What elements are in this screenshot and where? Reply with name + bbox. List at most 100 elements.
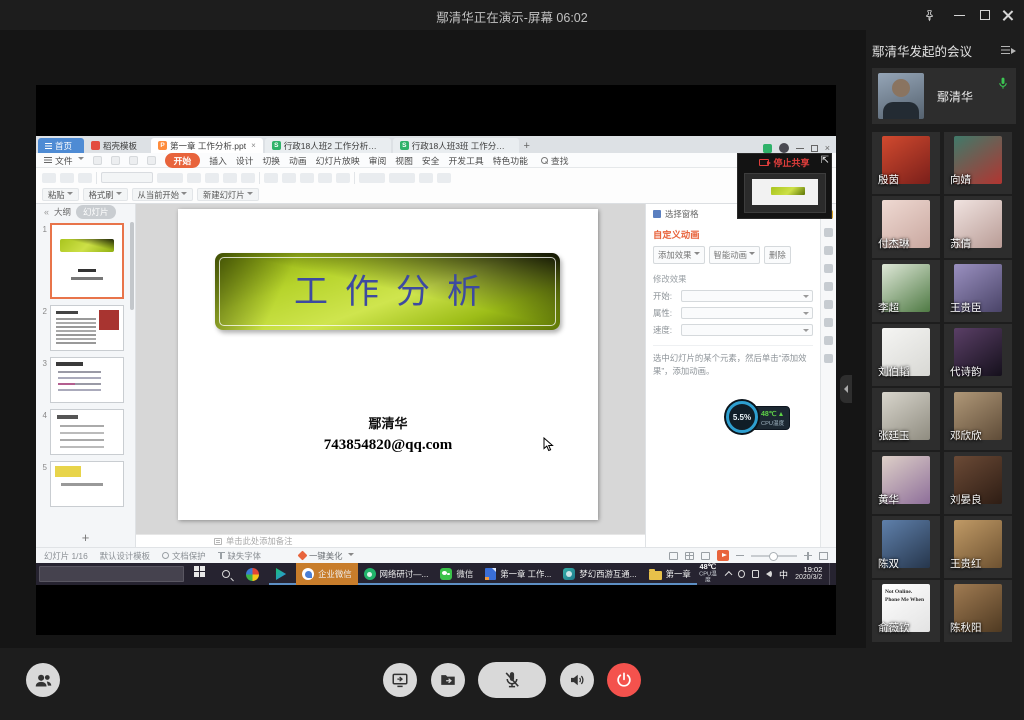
taskbar-app[interactable]: 企业微信 xyxy=(296,563,358,585)
participant-tile[interactable]: 陈秋阳 xyxy=(944,580,1012,642)
slide[interactable]: 工作分析 鄢清华 743854820@qq.com xyxy=(178,209,598,520)
upload-icon[interactable] xyxy=(763,144,772,153)
ribbon-icon[interactable] xyxy=(282,173,296,183)
wps-document-tab[interactable]: S 行政18人班2 工作分析.xlsx xyxy=(265,138,391,153)
participant-tile[interactable]: 邓欣欣 xyxy=(944,388,1012,450)
field-dropdown[interactable] xyxy=(681,307,813,319)
ribbon-icon[interactable] xyxy=(223,173,237,183)
ribbon-icon[interactable] xyxy=(205,173,219,183)
taskbar-app[interactable]: 微信 xyxy=(434,563,479,585)
ribbon-icon[interactable] xyxy=(389,173,415,183)
ribbon-icon[interactable] xyxy=(78,173,92,183)
slide-thumbnail[interactable]: 2 xyxy=(36,302,135,354)
notes-bar[interactable]: 单击此处添加备注 xyxy=(136,534,645,547)
taskbar-app[interactable]: 第一章 工作... xyxy=(479,563,557,585)
wps-menu-item[interactable]: 开始 xyxy=(165,153,201,168)
one-key-beautify[interactable]: 一键美化 xyxy=(299,550,354,562)
wps-minimize-icon[interactable] xyxy=(796,148,804,149)
ribbon-button[interactable]: 从当前开始 xyxy=(132,188,194,201)
taskbar-search-box[interactable] xyxy=(39,566,184,582)
slides-tab[interactable]: 幻灯片 xyxy=(76,205,116,219)
participant-tile[interactable]: 李超 xyxy=(872,260,940,322)
show-desktop-button[interactable] xyxy=(829,563,832,585)
tray-expand-icon[interactable] xyxy=(724,571,732,579)
file-menu[interactable]: 文件 xyxy=(44,154,84,167)
wps-menu-item[interactable]: 切换 xyxy=(262,154,280,167)
participant-tile[interactable]: 王贵臣 xyxy=(944,260,1012,322)
zoom-out-icon[interactable] xyxy=(736,552,744,560)
wps-document-tab[interactable]: S 行政18人班3班 工作分析.xlsx xyxy=(393,138,519,153)
taskbar-app[interactable] xyxy=(269,563,296,585)
ribbon-icon[interactable] xyxy=(419,173,433,183)
speaker-button[interactable] xyxy=(560,663,594,697)
tray-icon[interactable] xyxy=(738,570,745,578)
ribbon-button[interactable]: 新建幻灯片 xyxy=(197,188,259,201)
participant-tile[interactable]: 刘伯韬 xyxy=(872,324,940,386)
ribbon-icon[interactable] xyxy=(359,173,385,183)
wps-close-icon[interactable]: × xyxy=(825,145,830,152)
ribbon-icon[interactable] xyxy=(241,173,255,183)
ribbon-icon[interactable] xyxy=(318,173,332,183)
pane-icon[interactable] xyxy=(824,354,833,363)
participant-tile[interactable]: 黄华 xyxy=(872,452,940,514)
reading-view-icon[interactable] xyxy=(701,552,710,560)
wps-document-tab[interactable]: 首页 xyxy=(38,138,84,153)
new-tab-button[interactable]: + xyxy=(519,138,535,153)
pane-icon[interactable] xyxy=(824,336,833,345)
participant-tile[interactable]: Not Online. Phone Me When 俞薇钦 xyxy=(872,580,940,642)
template-name[interactable]: 默认设计模板 xyxy=(100,550,150,562)
tab-close-icon[interactable]: × xyxy=(251,141,256,150)
slide-thumbnail[interactable]: 4 xyxy=(36,406,135,458)
close-button[interactable] xyxy=(998,6,1016,24)
wps-document-tab[interactable]: P 第一章 工作分析.ppt × xyxy=(151,138,263,153)
zoom-in-icon[interactable] xyxy=(804,552,812,560)
fit-window-icon[interactable] xyxy=(819,552,828,560)
pane-icon[interactable] xyxy=(824,228,833,237)
taskbar-app[interactable] xyxy=(240,563,269,585)
account-avatar[interactable] xyxy=(779,143,789,153)
participant-tile[interactable]: 代诗韵 xyxy=(944,324,1012,386)
ribbon-icon[interactable] xyxy=(264,173,278,183)
layout-menu-icon[interactable] xyxy=(1001,45,1016,56)
taskbar-app[interactable] xyxy=(187,563,216,585)
zoom-slider[interactable] xyxy=(751,555,797,557)
wps-document-tab[interactable]: 稻壳模板 xyxy=(84,138,149,153)
ribbon-icon[interactable] xyxy=(300,173,314,183)
taskbar-app[interactable]: 第一章 xyxy=(643,563,697,585)
participant-tile[interactable]: 苏倩 xyxy=(944,196,1012,258)
field-dropdown[interactable] xyxy=(681,290,813,302)
share-screen-button[interactable] xyxy=(383,663,417,697)
stop-share-button[interactable]: 停止共享 xyxy=(738,154,831,171)
share-file-button[interactable] xyxy=(431,663,465,697)
wps-menu-item[interactable]: 插入 xyxy=(209,154,227,167)
ribbon-button[interactable]: 格式刷 xyxy=(83,188,128,201)
wps-menu-item[interactable]: 动画 xyxy=(289,154,307,167)
host-tile[interactable]: 鄢清华 xyxy=(872,68,1016,124)
find-button[interactable]: 查找 xyxy=(541,154,569,167)
minimize-button[interactable] xyxy=(950,6,968,24)
share-preview-thumbnail[interactable] xyxy=(744,173,826,213)
slide-thumbnail[interactable]: 3 xyxy=(36,354,135,406)
wps-menu-item[interactable]: 特色功能 xyxy=(493,154,528,167)
participant-tile[interactable]: 刘晏良 xyxy=(944,452,1012,514)
pane-icon[interactable] xyxy=(824,246,833,255)
wps-menu-item[interactable]: 审阅 xyxy=(369,154,387,167)
ribbon-icon[interactable] xyxy=(187,173,201,183)
ime-indicator[interactable]: 中 xyxy=(779,568,788,581)
smart-animation-button[interactable]: 智能动画 xyxy=(709,246,761,264)
participant-tile[interactable]: 王贵红 xyxy=(944,516,1012,578)
taskbar-app[interactable]: 梦幻西游互通... xyxy=(557,563,642,585)
slide-thumbnail[interactable]: 5 xyxy=(36,458,135,510)
tray-icon[interactable] xyxy=(752,570,759,578)
font-family-box[interactable] xyxy=(101,172,153,183)
pin-icon[interactable] xyxy=(920,6,938,24)
cpu-monitor-widget[interactable]: 48℃ CPU温度 5.5% xyxy=(726,401,790,435)
participant-tile[interactable]: 殷茵 xyxy=(872,132,940,194)
ribbon-icon[interactable] xyxy=(336,173,350,183)
add-slide-button[interactable]: + xyxy=(36,530,135,545)
wps-menu-item[interactable]: 视图 xyxy=(395,154,413,167)
sidebar-collapse-handle[interactable] xyxy=(840,375,852,403)
missing-fonts[interactable]: 缺失字体 xyxy=(218,550,262,562)
end-meeting-button[interactable] xyxy=(607,663,641,697)
participant-tile[interactable]: 向婧 xyxy=(944,132,1012,194)
